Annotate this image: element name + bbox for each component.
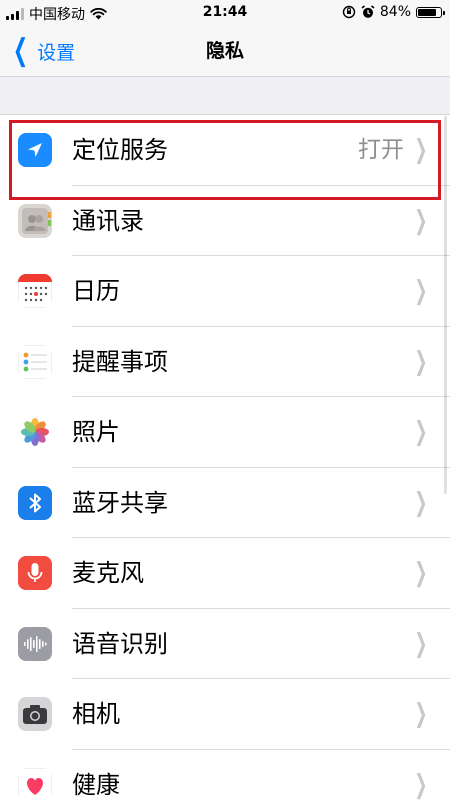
chevron-right-icon: ❯ bbox=[414, 699, 428, 729]
chevron-right-icon: ❯ bbox=[414, 205, 428, 236]
list-item-label: 语音识别 bbox=[72, 629, 168, 658]
contacts-icon bbox=[18, 203, 52, 238]
list-item-label: 蓝牙共享 bbox=[72, 488, 168, 517]
photos-icon bbox=[18, 415, 52, 449]
orientation-lock-icon bbox=[342, 5, 356, 19]
chevron-right-icon: ❯ bbox=[414, 628, 428, 659]
microphone-icon bbox=[18, 556, 52, 590]
list-item[interactable]: 照片 ❯ bbox=[0, 397, 450, 468]
speech-recognition-icon bbox=[18, 626, 52, 661]
chevron-right-icon: ❯ bbox=[414, 346, 428, 377]
list-item-label: 定位服务 bbox=[72, 136, 168, 164]
status-right: 84% bbox=[342, 4, 445, 20]
list-item-label: 通讯录 bbox=[72, 206, 144, 235]
list-item[interactable]: 相机 ❯ bbox=[0, 679, 450, 750]
health-icon bbox=[18, 767, 52, 800]
chevron-right-icon: ❯ bbox=[414, 558, 428, 588]
list-item[interactable]: 麦克风 ❯ bbox=[0, 538, 450, 609]
chevron-right-icon: ❯ bbox=[414, 135, 428, 165]
list-item-label: 日历 bbox=[72, 277, 120, 305]
list-item[interactable]: 语音识别 ❯ bbox=[0, 608, 450, 679]
privacy-list: 定位服务 打开 ❯ 通讯录 ❯ 日历 ❯ 提醒事项 ❯ 照片 ❯ 蓝牙共享 ❯ 麦克风 ❯ 语音识别 ❯ 相机 ❯ 健… bbox=[0, 114, 450, 800]
chevron-right-icon: ❯ bbox=[414, 276, 428, 306]
list-item[interactable]: 日历 ❯ bbox=[0, 256, 450, 327]
location-arrow-icon bbox=[18, 133, 52, 167]
page-title: 隐私 bbox=[205, 40, 244, 62]
bluetooth-icon bbox=[18, 485, 52, 520]
battery-icon bbox=[416, 6, 445, 18]
scroll-indicator[interactable] bbox=[444, 116, 447, 494]
reminders-icon bbox=[18, 344, 52, 379]
screen: 中国移动 21:44 84% ❮ 设置 隐私 定位服务 打开 ❯ 通讯录 ❯ 日… bbox=[0, 0, 450, 800]
chevron-right-icon: ❯ bbox=[414, 487, 428, 518]
list-item-label: 相机 bbox=[72, 700, 120, 728]
list-item-label: 照片 bbox=[72, 418, 120, 446]
chevron-right-icon: ❯ bbox=[414, 417, 428, 447]
list-item-label: 健康 bbox=[72, 770, 120, 799]
list-item[interactable]: 健康 ❯ bbox=[0, 749, 450, 800]
battery-level bbox=[418, 8, 437, 16]
chevron-right-icon: ❯ bbox=[414, 769, 428, 800]
battery-percent: 84% bbox=[379, 4, 411, 20]
camera-icon bbox=[18, 697, 52, 731]
status-bar: 中国移动 21:44 84% bbox=[0, 0, 450, 26]
calendar-icon bbox=[18, 274, 52, 308]
list-item-label: 提醒事项 bbox=[72, 347, 168, 376]
list-item-label: 麦克风 bbox=[72, 559, 144, 587]
list-item[interactable]: 提醒事项 ❯ bbox=[0, 326, 450, 397]
list-item[interactable]: 定位服务 打开 ❯ bbox=[0, 115, 450, 186]
alarm-icon bbox=[361, 5, 375, 18]
navigation-bar: ❮ 设置 隐私 bbox=[0, 26, 450, 77]
list-item[interactable]: 通讯录 ❯ bbox=[0, 185, 450, 256]
list-item[interactable]: 蓝牙共享 ❯ bbox=[0, 467, 450, 538]
list-item-value: 打开 bbox=[358, 137, 404, 163]
